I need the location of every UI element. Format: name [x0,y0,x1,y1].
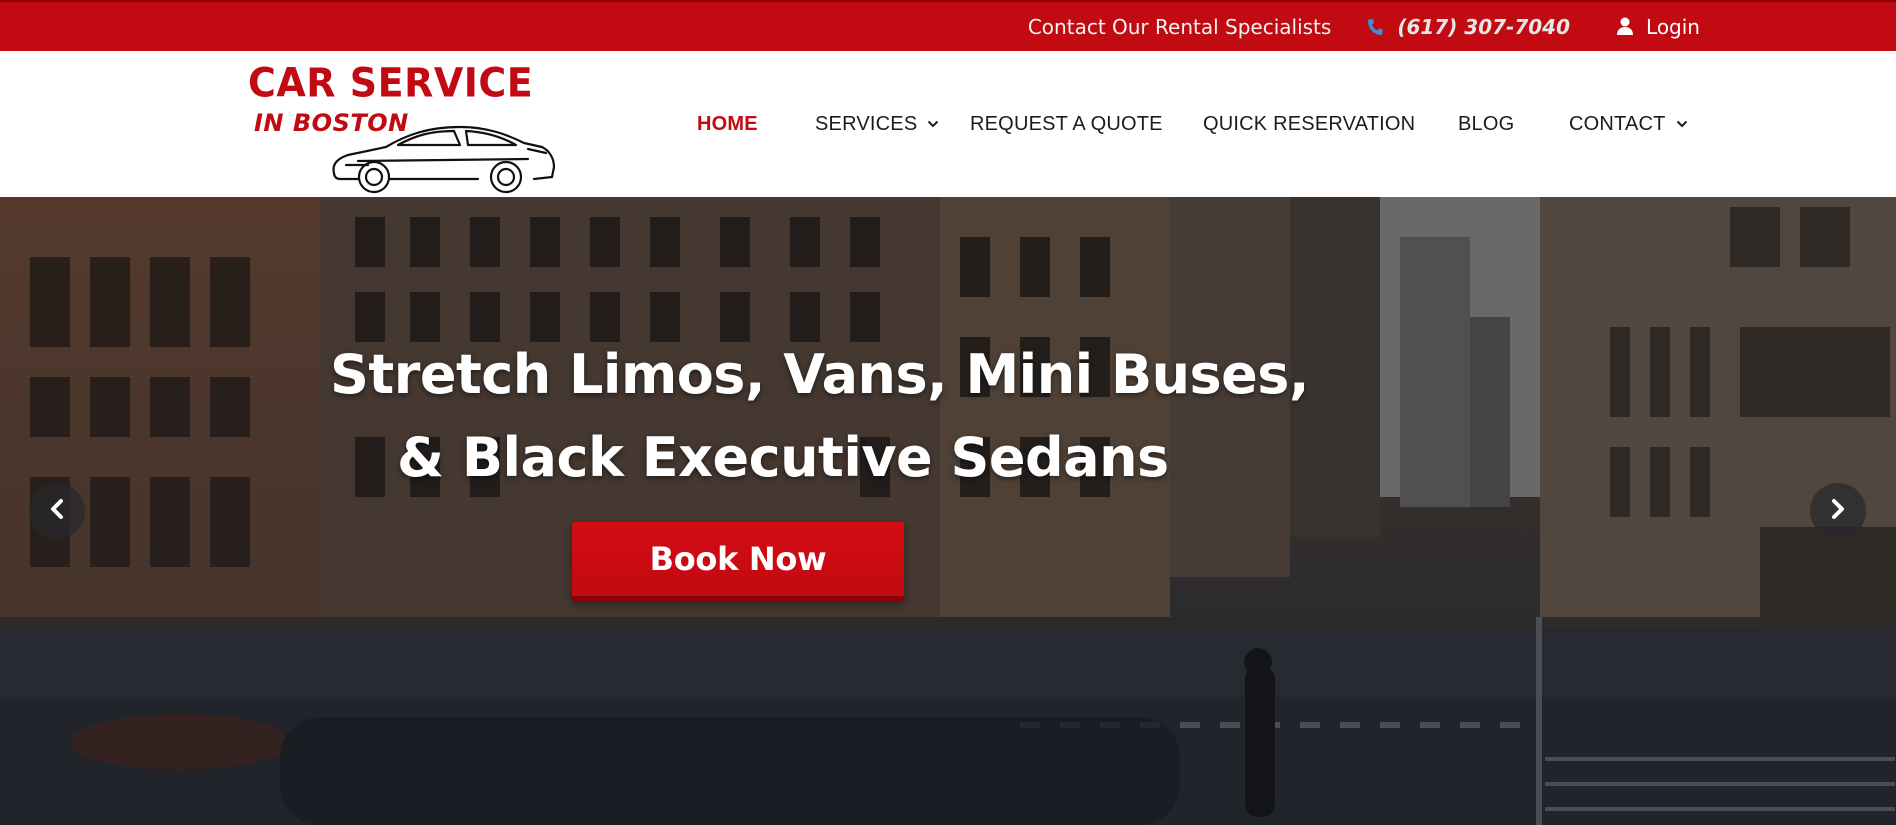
contact-specialists-link[interactable]: Contact Our Rental Specialists [1028,15,1331,39]
nav-item-contact[interactable]: CONTACT [1569,51,1688,197]
nav-item-quick-reservation[interactable]: QUICK RESERVATION [1203,51,1415,197]
chevron-down-icon [1676,120,1688,128]
top-bar: Contact Our Rental Specialists (617) 307… [0,0,1896,51]
site-header: CAR SERVICE IN BOSTON HOME SERVICES REQU… [0,51,1896,197]
nav-item-label: SERVICES [815,112,918,135]
chevron-left-icon [48,498,66,524]
nav-item-label: QUICK RESERVATION [1203,112,1416,135]
slider-next-button[interactable] [1810,483,1866,539]
nav-item-request-quote[interactable]: REQUEST A QUOTE [970,51,1163,197]
hero-title-line2: & Black Executive Sedans [397,426,1169,489]
main-navigation: HOME SERVICES REQUEST A QUOTE QUICK RESE… [0,51,1896,197]
slider-prev-button[interactable] [29,483,85,539]
nav-item-label: CONTACT [1569,112,1666,135]
hero-overlay [0,197,1896,825]
phone-icon [1367,17,1385,37]
chevron-down-icon [927,120,939,128]
hero-title-line1: Stretch Limos, Vans, Mini Buses, [330,343,1309,406]
nav-item-blog[interactable]: BLOG [1458,51,1514,197]
nav-item-label: BLOG [1458,112,1515,135]
top-bar-contact-group: Contact Our Rental Specialists (617) 307… [1028,2,1700,51]
login-link[interactable]: Login [1646,15,1700,39]
nav-item-services[interactable]: SERVICES [815,51,939,197]
phone-number-link[interactable]: (617) 307-7040 [1397,15,1570,39]
nav-item-label: HOME [697,112,758,135]
chevron-right-icon [1829,498,1847,524]
hero-slider: Stretch Limos, Vans, Mini Buses, & Black… [0,197,1896,825]
nav-item-label: REQUEST A QUOTE [970,112,1163,135]
book-now-button[interactable]: Book Now [572,522,904,601]
user-icon [1616,17,1636,37]
nav-item-home[interactable]: HOME [697,51,758,197]
